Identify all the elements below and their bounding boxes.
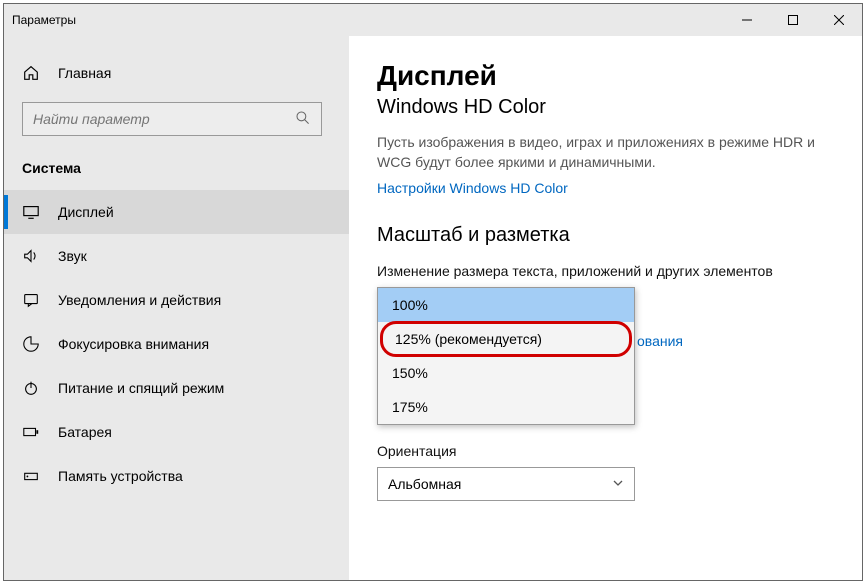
hdr-subtitle: Windows HD Color: [377, 96, 834, 119]
battery-icon: [22, 423, 42, 441]
settings-window: Параметры Главная Си: [3, 3, 863, 581]
power-icon: [22, 379, 42, 397]
sound-icon: [22, 247, 42, 265]
home-icon: [22, 64, 42, 82]
minimize-button[interactable]: [724, 4, 770, 36]
scale-option-100[interactable]: 100%: [378, 288, 634, 322]
notifications-icon: [22, 291, 42, 309]
scale-option-150[interactable]: 150%: [378, 356, 634, 390]
hdr-description: Пусть изображения в видео, играх и прило…: [377, 133, 834, 172]
sidebar-item-power[interactable]: Питание и спящий режим: [4, 366, 349, 410]
titlebar: Параметры: [4, 4, 862, 36]
page-title: Дисплей: [377, 60, 834, 92]
sidebar-item-sound[interactable]: Звук: [4, 234, 349, 278]
sidebar-item-label: Питание и спящий режим: [58, 380, 224, 396]
sidebar-item-label: Фокусировка внимания: [58, 336, 209, 352]
storage-icon: [22, 467, 42, 485]
sidebar-item-display[interactable]: Дисплей: [4, 190, 349, 234]
sidebar-item-battery[interactable]: Батарея: [4, 410, 349, 454]
search-input-wrap[interactable]: [22, 102, 322, 136]
window-title: Параметры: [4, 13, 76, 27]
scale-option-175[interactable]: 175%: [378, 390, 634, 424]
sidebar-item-notifications[interactable]: Уведомления и действия: [4, 278, 349, 322]
sidebar-item-label: Батарея: [58, 424, 112, 440]
sidebar-item-label: Уведомления и действия: [58, 292, 221, 308]
sidebar-item-storage[interactable]: Память устройства: [4, 454, 349, 498]
content-pane: Дисплей Windows HD Color Пусть изображен…: [349, 36, 862, 580]
home-nav[interactable]: Главная: [4, 56, 349, 90]
sidebar-item-label: Звук: [58, 248, 87, 264]
sidebar: Главная Система Дисплей Звук: [4, 36, 349, 580]
scale-label: Изменение размера текста, приложений и д…: [377, 263, 834, 279]
sidebar-item-label: Память устройства: [58, 468, 183, 484]
focus-icon: [22, 335, 42, 353]
close-button[interactable]: [816, 4, 862, 36]
hdr-settings-link[interactable]: Настройки Windows HD Color: [377, 180, 834, 196]
scale-option-125[interactable]: 125% (рекомендуется): [380, 321, 632, 357]
search-icon: [295, 110, 311, 129]
orientation-value: Альбомная: [388, 476, 461, 492]
category-heading: Система: [4, 154, 349, 190]
scale-dropdown[interactable]: 100% 125% (рекомендуется) 150% 175%: [377, 287, 635, 425]
maximize-button[interactable]: [770, 4, 816, 36]
window-controls: [724, 4, 862, 36]
orientation-select[interactable]: Альбомная: [377, 467, 635, 501]
chevron-down-icon: [612, 476, 624, 492]
sidebar-item-label: Дисплей: [58, 204, 114, 220]
display-icon: [22, 203, 42, 221]
sidebar-item-focus[interactable]: Фокусировка внимания: [4, 322, 349, 366]
orientation-label: Ориентация: [377, 443, 834, 459]
search-input[interactable]: [33, 111, 283, 127]
scale-heading: Масштаб и разметка: [377, 224, 834, 247]
home-label: Главная: [58, 65, 111, 81]
advanced-scale-link-fragment[interactable]: ования: [637, 333, 683, 349]
